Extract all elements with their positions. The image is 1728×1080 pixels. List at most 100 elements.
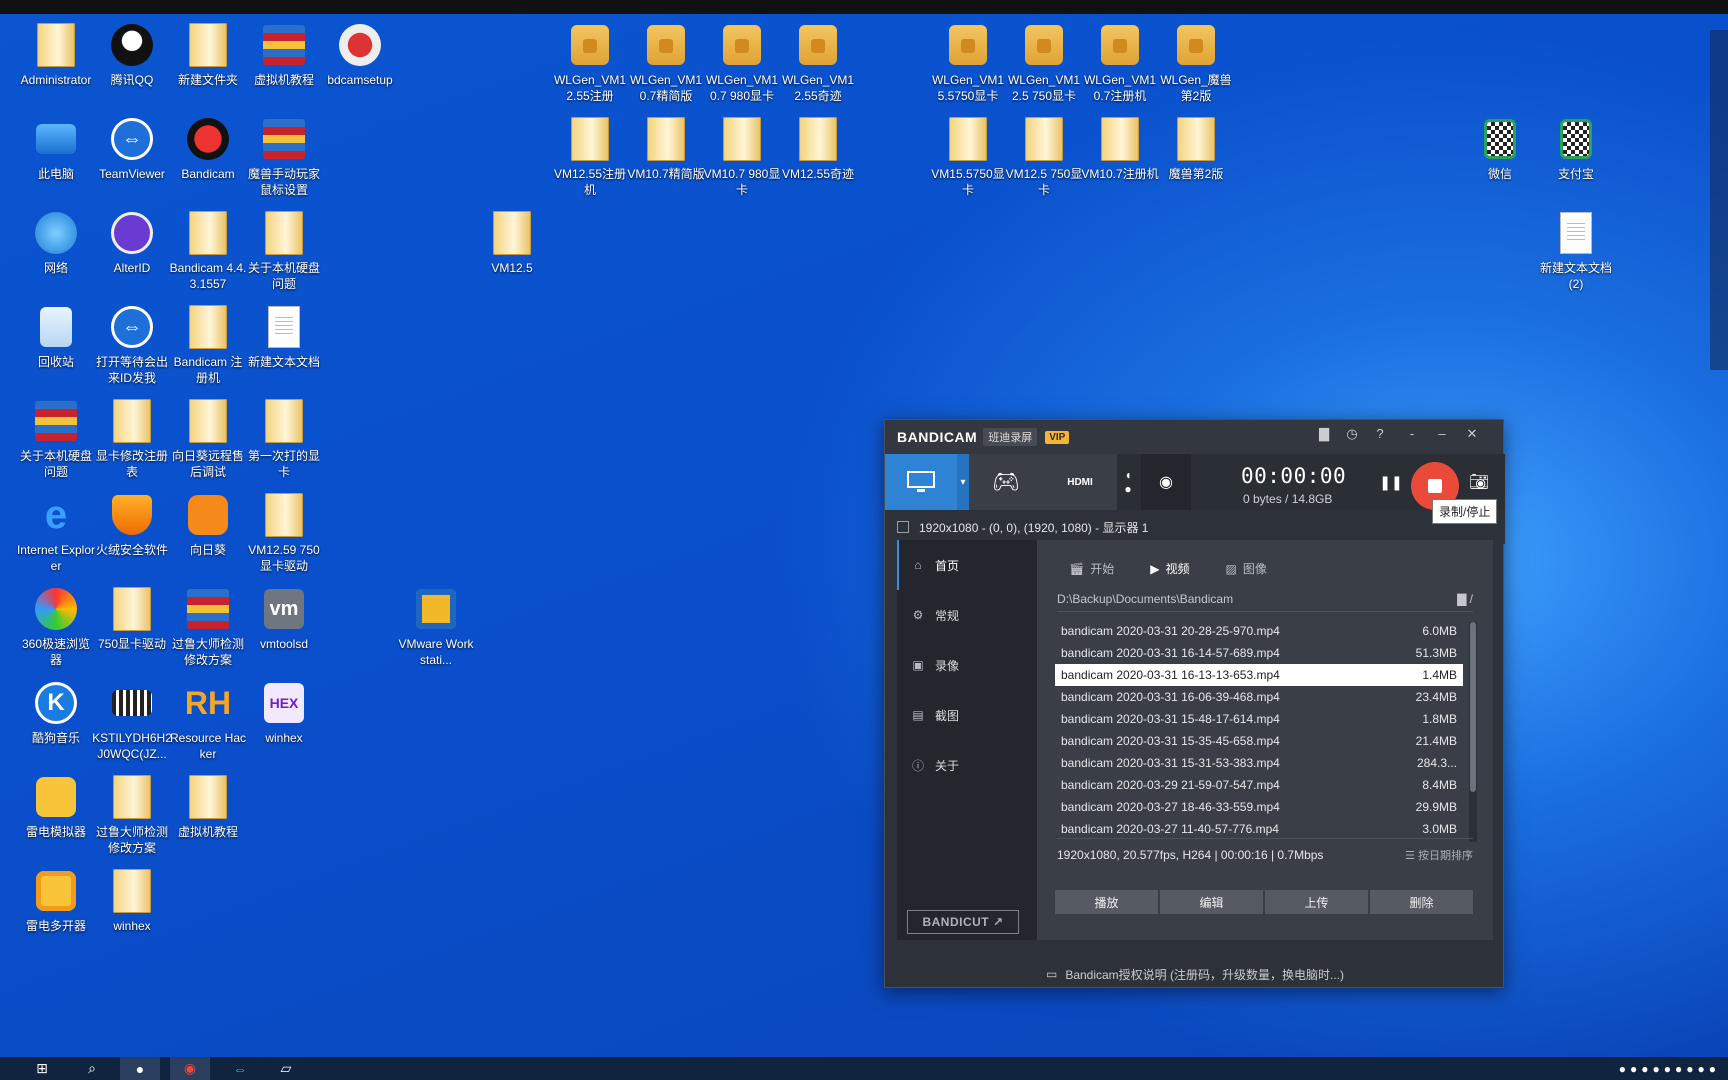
open-folder-icon[interactable]: ▇ / (1457, 592, 1473, 606)
desktop-icon[interactable]: WLGen_VM15.5750显卡 (930, 22, 1006, 104)
taskbar-app-teamviewer[interactable]: ⇔ (220, 1057, 260, 1080)
desktop-icon[interactable]: 网络 (18, 210, 94, 276)
desktop-icon[interactable]: 显卡修改注册表 (94, 398, 170, 480)
close-icon[interactable]: ✕ (1461, 426, 1483, 442)
file-row[interactable]: bandicam 2020-03-31 16-06-39-468.mp4 23.4… (1055, 686, 1463, 708)
sidebar-item-video[interactable]: ▣ 录像 (897, 640, 1037, 690)
sort-by-date[interactable]: ☰ 按日期排序 (1405, 847, 1473, 863)
desktop-icon[interactable]: VMware Workstati... (398, 586, 474, 668)
desktop-icon[interactable]: VM10.7 980显卡 (704, 116, 780, 198)
desktop-icon[interactable]: 雷电模拟器 (18, 774, 94, 840)
resolution-bar[interactable]: 1920x1080 - (0, 0), (1920, 1080) - 显示器 1 (885, 510, 1505, 544)
file-list-scrollbar[interactable] (1469, 622, 1477, 842)
system-tray[interactable]: ●●●●●●●●● (1510, 1057, 1720, 1080)
taskbar-app-notepad[interactable]: ▱ (266, 1057, 306, 1080)
desktop-icon[interactable]: RH Resource Hacker (170, 680, 246, 762)
desktop-icon[interactable]: K 酷狗音乐 (18, 680, 94, 746)
desktop-icon[interactable]: WLGen_VM10.7 980显卡 (704, 22, 780, 104)
output-path[interactable]: D:\Backup\Documents\Bandicam ▇ / (1057, 592, 1473, 612)
desktop-icon[interactable]: WLGen_VM10.7注册机 (1082, 22, 1158, 104)
desktop-icon[interactable]: 新建文本文档 (2) (1538, 210, 1614, 292)
search-button[interactable]: ⌕ (72, 1057, 112, 1080)
desktop-icon[interactable]: Administrator (18, 22, 94, 88)
scrollbar-thumb[interactable] (1470, 622, 1476, 792)
desktop-icon[interactable]: VM10.7注册机 (1081, 116, 1159, 182)
desktop-icon[interactable]: vm vmtoolsd (246, 586, 322, 652)
desktop-icon[interactable]: 虚拟机教程 (170, 774, 246, 840)
screen-mode-button[interactable] (885, 454, 957, 510)
delete-button[interactable]: 删除 (1370, 890, 1473, 914)
desktop-icon[interactable]: HEX winhex (246, 680, 322, 746)
clock-icon[interactable]: ◷ (1341, 426, 1363, 442)
desktop-icon[interactable]: 过鲁大师检测修改方案 (170, 586, 246, 668)
start-button[interactable]: ⊞ (22, 1057, 62, 1080)
folder-icon[interactable]: ▇ (1313, 426, 1335, 442)
desktop-icon[interactable]: 新建文本文档 (246, 304, 322, 370)
desktop-icon[interactable]: 新建文件夹 (170, 22, 246, 88)
desktop-icon[interactable]: 微信 (1462, 116, 1538, 182)
desktop-icon[interactable]: 向日葵 (170, 492, 246, 558)
desktop-icon[interactable]: VM15.5750显卡 (930, 116, 1006, 198)
file-row[interactable]: bandicam 2020-03-31 15-48-17-614.mp4 1.8M… (1055, 708, 1463, 730)
file-row[interactable]: bandicam 2020-03-31 15-35-45-658.mp4 21.4… (1055, 730, 1463, 752)
desktop-icon[interactable]: VM12.5 750显卡 (1006, 116, 1082, 198)
desktop-icon[interactable]: 支付宝 (1538, 116, 1614, 182)
desktop-icon[interactable]: 此电脑 (18, 116, 94, 182)
desktop-icon[interactable]: 虚拟机教程 (246, 22, 322, 88)
more-icon[interactable]: - (1401, 426, 1423, 441)
desktop-icon[interactable]: KSTILYDH6H2J0WQC(JZ... (92, 680, 172, 762)
edit-button[interactable]: 编辑 (1160, 890, 1263, 914)
desktop-icon[interactable]: bdcamsetup (322, 22, 398, 88)
file-row[interactable]: bandicam 2020-03-29 21-59-07-547.mp4 8.4M… (1055, 774, 1463, 796)
desktop-icon[interactable]: Bandicam (170, 116, 246, 182)
desktop-icon[interactable]: WLGen_VM12.5 750显卡 (1006, 22, 1082, 104)
desktop-icon[interactable]: e Internet Explorer (17, 492, 95, 574)
minimize-icon[interactable]: – (1431, 426, 1453, 441)
upload-button[interactable]: 上传 (1265, 890, 1368, 914)
desktop-icon[interactable]: WLGen_VM12.55奇迹 (780, 22, 856, 104)
desktop-icon[interactable]: 向日葵远程售后调试 (170, 398, 246, 480)
desktop-icon[interactable]: 火绒安全软件 (94, 492, 170, 558)
desktop-icon[interactable]: 过鲁大师检测修改方案 (94, 774, 170, 856)
desktop-icon[interactable]: 第一次打的显卡 (246, 398, 322, 480)
desktop-icon[interactable]: 雷电多开器 (18, 868, 94, 934)
desktop-icon[interactable]: 360极速浏览器 (18, 586, 94, 668)
file-row[interactable]: bandicam 2020-03-31 16-13-13-653.mp4 1.4M… (1055, 664, 1463, 686)
webcam-button[interactable]: ◉ (1141, 454, 1191, 510)
desktop-icon[interactable]: winhex (94, 868, 170, 934)
sidebar-item-home[interactable]: ⌂ 首页 (897, 540, 1037, 590)
file-row[interactable]: bandicam 2020-03-31 15-31-53-383.mp4 284.… (1055, 752, 1463, 774)
desktop-icon[interactable]: VM12.55奇迹 (780, 116, 856, 182)
tab-video[interactable]: ▶ 视频 (1150, 560, 1189, 577)
game-mode-button[interactable]: 🎮︎ (969, 454, 1043, 510)
play-button[interactable]: 播放 (1055, 890, 1158, 914)
file-row[interactable]: bandicam 2020-03-31 16-14-57-689.mp4 51.3… (1055, 642, 1463, 664)
sidebar-item-image[interactable]: ▤ 截图 (897, 690, 1037, 740)
desktop-icon[interactable]: ⇔ TeamViewer (94, 116, 170, 182)
sidebar-item-about[interactable]: ⓘ 关于 (897, 740, 1037, 790)
desktop-icon[interactable]: 750显卡驱动 (94, 586, 170, 652)
device-mode-button[interactable]: HDMI (1043, 454, 1117, 510)
desktop-icon[interactable]: VM12.55注册机 (552, 116, 628, 198)
desktop-icon[interactable]: 回收站 (18, 304, 94, 370)
help-icon[interactable]: ? (1369, 426, 1391, 441)
desktop-icon[interactable]: 腾讯QQ (94, 22, 170, 88)
desktop-icon[interactable]: AlterID (94, 210, 170, 276)
file-row[interactable]: bandicam 2020-03-27 11-40-57-776.mp4 3.0M… (1055, 818, 1463, 840)
desktop-icon[interactable]: VM12.5 (474, 210, 550, 276)
desktop-icon[interactable]: Bandicam 注册机 (170, 304, 246, 386)
audio-options[interactable]: ◖ ● (1119, 454, 1137, 510)
tab-start[interactable]: 🎬︎ 开始 (1069, 560, 1114, 577)
file-row[interactable]: bandicam 2020-03-27 18-46-33-559.mp4 29.9… (1055, 796, 1463, 818)
desktop-icon[interactable]: 关于本机硬盘问题 (246, 210, 322, 292)
desktop-icon[interactable]: 魔兽第2版 (1158, 116, 1234, 182)
desktop-icon[interactable]: Bandicam 4.4.3.1557 (170, 210, 246, 292)
file-row[interactable]: bandicam 2020-03-31 20-28-25-970.mp4 6.0M… (1055, 620, 1463, 642)
screen-mode-dropdown[interactable]: ▾ (957, 454, 969, 510)
desktop-icon[interactable]: WLGen_魔兽第2版 (1158, 22, 1234, 104)
taskbar-app-qq[interactable]: ● (120, 1057, 160, 1080)
desktop-icon[interactable]: VM12.59 750显卡驱动 (246, 492, 322, 574)
sidebar-item-general[interactable]: ⚙ 常规 (897, 590, 1037, 640)
tab-image[interactable]: ▨ 图像 (1226, 560, 1267, 577)
bandicut-button[interactable]: BANDICUT ↗ (907, 910, 1019, 934)
